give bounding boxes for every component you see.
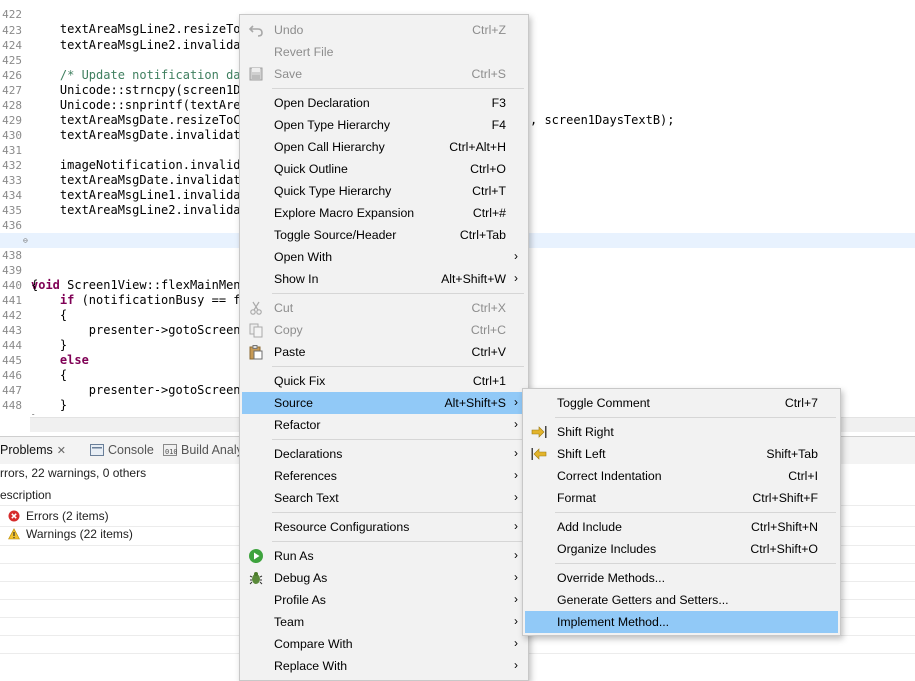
submenu-arrow-icon: › xyxy=(514,395,518,409)
menu-item-override-methods[interactable]: Override Methods... xyxy=(525,567,838,589)
menu-item-profile-as[interactable]: Profile As › xyxy=(242,589,526,611)
menu-item-toggle-source-header[interactable]: Toggle Source/Header Ctrl+Tab xyxy=(242,224,526,246)
console-icon xyxy=(90,444,104,456)
menu-item-show-in[interactable]: Show In Alt+Shift+W › xyxy=(242,268,526,290)
menu-item-correct-indentation[interactable]: Correct Indentation Ctrl+I xyxy=(525,465,838,487)
submenu-arrow-icon: › xyxy=(514,271,518,285)
menu-item-save[interactable]: Save Ctrl+S xyxy=(242,63,526,85)
menu-item-open-type-hierarchy[interactable]: Open Type Hierarchy F4 xyxy=(242,114,526,136)
menu-item-references[interactable]: References › xyxy=(242,465,526,487)
submenu-arrow-icon: › xyxy=(514,614,518,628)
copy-icon xyxy=(249,323,263,338)
column-header-description[interactable]: escription xyxy=(0,488,51,502)
menu-item-refactor[interactable]: Refactor › xyxy=(242,414,526,436)
menu-separator xyxy=(555,417,836,418)
menu-item-cut[interactable]: Cut Ctrl+X xyxy=(242,297,526,319)
fold-toggle-icon[interactable]: ⊖ xyxy=(23,233,28,248)
menu-item-open-call-hierarchy[interactable]: Open Call Hierarchy Ctrl+Alt+H xyxy=(242,136,526,158)
menu-item-explore-macro-expansion[interactable]: Explore Macro Expansion Ctrl+# xyxy=(242,202,526,224)
menu-item-compare-with[interactable]: Compare With › xyxy=(242,633,526,655)
menu-item-organize-includes[interactable]: Organize Includes Ctrl+Shift+O xyxy=(525,538,838,560)
menu-separator xyxy=(272,88,524,89)
submenu-arrow-icon: › xyxy=(514,490,518,504)
tree-row-warnings[interactable]: Warnings (22 items) xyxy=(8,527,133,541)
menu-item-revert-file[interactable]: Revert File xyxy=(242,41,526,63)
menu-separator xyxy=(272,512,524,513)
menu-item-search-text[interactable]: Search Text › xyxy=(242,487,526,509)
menu-item-team[interactable]: Team › xyxy=(242,611,526,633)
menu-item-copy[interactable]: Copy Ctrl+C xyxy=(242,319,526,341)
tree-row-errors[interactable]: Errors (2 items) xyxy=(8,509,109,523)
warning-icon xyxy=(8,528,20,540)
menu-item-implement-method[interactable]: Implement Method... xyxy=(525,611,838,633)
source-submenu: Toggle Comment Ctrl+7 Shift Right Shift … xyxy=(522,388,841,636)
submenu-arrow-icon: › xyxy=(514,636,518,650)
menu-item-shift-right[interactable]: Shift Right xyxy=(525,421,838,443)
menu-item-quick-fix[interactable]: Quick Fix Ctrl+1 xyxy=(242,370,526,392)
menu-separator xyxy=(555,512,836,513)
close-icon[interactable]: ✕ xyxy=(57,444,66,457)
menu-item-run-as[interactable]: Run As › xyxy=(242,545,526,567)
menu-item-paste[interactable]: Paste Ctrl+V xyxy=(242,341,526,363)
submenu-arrow-icon: › xyxy=(514,570,518,584)
menu-item-add-include[interactable]: Add Include Ctrl+Shift+N xyxy=(525,516,838,538)
menu-item-shift-left[interactable]: Shift Left Shift+Tab xyxy=(525,443,838,465)
context-menu: Undo Ctrl+Z Revert File Save Ctrl+S Open… xyxy=(239,14,529,681)
menu-item-declarations[interactable]: Declarations › xyxy=(242,443,526,465)
menu-item-open-declaration[interactable]: Open Declaration F3 xyxy=(242,92,526,114)
tab-console[interactable]: Console xyxy=(90,443,154,457)
menu-item-generate-getters-setters[interactable]: Generate Getters and Setters... xyxy=(525,589,838,611)
svg-text:010: 010 xyxy=(165,448,177,456)
menu-item-resource-configurations[interactable]: Resource Configurations › xyxy=(242,516,526,538)
debug-icon xyxy=(249,572,263,585)
menu-separator xyxy=(272,439,524,440)
build-analyzer-icon: 010 xyxy=(163,444,177,456)
submenu-arrow-icon: › xyxy=(514,468,518,482)
paste-icon xyxy=(249,345,263,360)
submenu-arrow-icon: › xyxy=(514,417,518,431)
menu-separator xyxy=(272,541,524,542)
shift-right-icon xyxy=(531,426,547,438)
menu-item-open-with[interactable]: Open With › xyxy=(242,246,526,268)
menu-item-quick-outline[interactable]: Quick Outline Ctrl+O xyxy=(242,158,526,180)
tab-problems[interactable]: Problems ✕ xyxy=(0,443,66,457)
run-icon xyxy=(249,549,263,563)
submenu-arrow-icon: › xyxy=(514,519,518,533)
undo-icon xyxy=(248,25,263,37)
submenu-arrow-icon: › xyxy=(514,446,518,460)
menu-item-toggle-comment[interactable]: Toggle Comment Ctrl+7 xyxy=(525,392,838,414)
menu-item-format[interactable]: Format Ctrl+Shift+F xyxy=(525,487,838,509)
problems-summary: rrors, 22 warnings, 0 others xyxy=(0,466,147,480)
submenu-arrow-icon: › xyxy=(514,249,518,263)
menu-item-source[interactable]: Source Alt+Shift+S › xyxy=(242,392,526,414)
menu-separator xyxy=(272,293,524,294)
menu-separator xyxy=(272,366,524,367)
tab-build-analyzer[interactable]: 010 Build Analy xyxy=(163,443,243,457)
submenu-arrow-icon: › xyxy=(514,548,518,562)
shift-left-icon xyxy=(531,448,547,460)
submenu-arrow-icon: › xyxy=(514,592,518,606)
code-line[interactable]: 422 textAreaMsgLine2.resizeToCurrentText… xyxy=(0,0,915,36)
menu-separator xyxy=(555,563,836,564)
menu-item-quick-type-hierarchy[interactable]: Quick Type Hierarchy Ctrl+T xyxy=(242,180,526,202)
error-icon xyxy=(8,510,20,522)
cut-icon xyxy=(250,301,262,315)
submenu-arrow-icon: › xyxy=(514,658,518,672)
menu-item-debug-as[interactable]: Debug As › xyxy=(242,567,526,589)
save-icon xyxy=(249,67,263,81)
menu-item-undo[interactable]: Undo Ctrl+Z xyxy=(242,19,526,41)
